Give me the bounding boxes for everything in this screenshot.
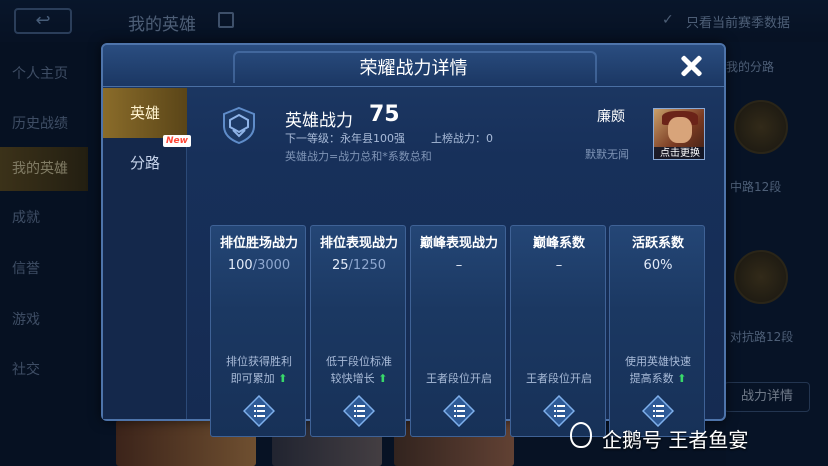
card-desc: 排位获得胜利 — [226, 355, 292, 368]
power-formula: 英雄战力=战力总和*系数总和 — [285, 150, 432, 163]
power-card-rank-performance: 排位表现战力 25/1250 低于段位标准 较快增长 ⬆ — [310, 225, 406, 437]
hero-power-value: 75 — [369, 102, 400, 127]
dialog-title: 荣耀战力详情 — [359, 58, 468, 79]
card-desc: 使用英雄快速 — [625, 355, 691, 368]
card-desc: 即可累加 ⬆ — [230, 372, 288, 385]
list-icon[interactable] — [642, 395, 674, 427]
power-card-peak-coefficient: 巅峰系数 – 王者段位开启 — [510, 225, 606, 437]
power-cards: 排位胜场战力 100/3000 排位获得胜利 即可累加 ⬆ 排位表现战力 25/… — [210, 225, 705, 437]
power-card-rank-wins: 排位胜场战力 100/3000 排位获得胜利 即可累加 ⬆ — [210, 225, 306, 437]
list-icon[interactable] — [343, 395, 375, 427]
card-value: – — [555, 258, 563, 273]
up-arrow-icon: ⬆ — [378, 372, 388, 385]
close-icon[interactable] — [677, 52, 705, 80]
card-desc: 较快增长 ⬆ — [330, 372, 388, 385]
tab-lane[interactable]: 分路 New — [103, 135, 191, 188]
card-title: 排位胜场战力 — [219, 236, 298, 251]
list-icon[interactable] — [243, 395, 275, 427]
card-desc: 低于段位标准 — [326, 355, 392, 368]
new-badge: New — [163, 135, 191, 147]
power-card-activity-coefficient: 活跃系数 60% 使用英雄快速 提高系数 ⬆ — [609, 225, 705, 437]
card-value: – — [455, 258, 463, 273]
card-title: 巅峰系数 — [532, 236, 585, 251]
penguin-logo-icon — [570, 422, 592, 448]
card-desc: 王者段位开启 — [526, 372, 592, 385]
up-arrow-icon: ⬆ — [278, 372, 288, 385]
power-card-peak-performance: 巅峰表现战力 – 王者段位开启 — [410, 225, 506, 437]
hero-name: 廉颇 — [597, 109, 625, 125]
dialog-sidebar: 英雄 分路 New — [103, 88, 191, 419]
card-title: 排位表现战力 — [319, 236, 398, 251]
card-desc: 王者段位开启 — [426, 372, 492, 385]
avatar-face — [668, 117, 692, 143]
dialog-content: 英雄战力 75 下一等级：永年县100强 上榜战力：0 英雄战力=战力总和*系数… — [189, 88, 724, 437]
hero-power-label: 英雄战力 — [285, 111, 353, 131]
list-icon[interactable] — [443, 395, 475, 427]
card-title: 活跃系数 — [631, 236, 684, 251]
hero-area-title: 默默无闻 — [585, 148, 629, 161]
rank-power-text: 上榜战力：0 — [431, 132, 493, 145]
glory-power-dialog: 荣耀战力详情 英雄 分路 New 英雄战力 75 下一等级：永年县100强 上榜… — [101, 43, 726, 437]
tab-lane-label: 分路 — [129, 154, 160, 172]
card-desc: 提高系数 ⬆ — [629, 372, 687, 385]
hero-avatar[interactable]: 点击更换 — [653, 108, 705, 160]
card-value: 100/3000 — [227, 258, 291, 273]
dialog-header: 荣耀战力详情 — [103, 45, 724, 87]
up-arrow-icon: ⬆ — [677, 372, 687, 385]
card-value: 60% — [643, 258, 673, 273]
next-level-text: 下一等级：永年县100强 — [285, 132, 405, 145]
shield-icon — [223, 106, 255, 144]
watermark-text: 企鹅号 王者鱼宴 — [602, 428, 749, 452]
card-value: 25/1250 — [331, 258, 387, 273]
tab-hero[interactable]: 英雄 — [103, 88, 187, 138]
list-icon[interactable] — [543, 395, 575, 427]
card-title: 巅峰表现战力 — [419, 236, 498, 251]
change-hero-button[interactable]: 点击更换 — [654, 147, 704, 159]
